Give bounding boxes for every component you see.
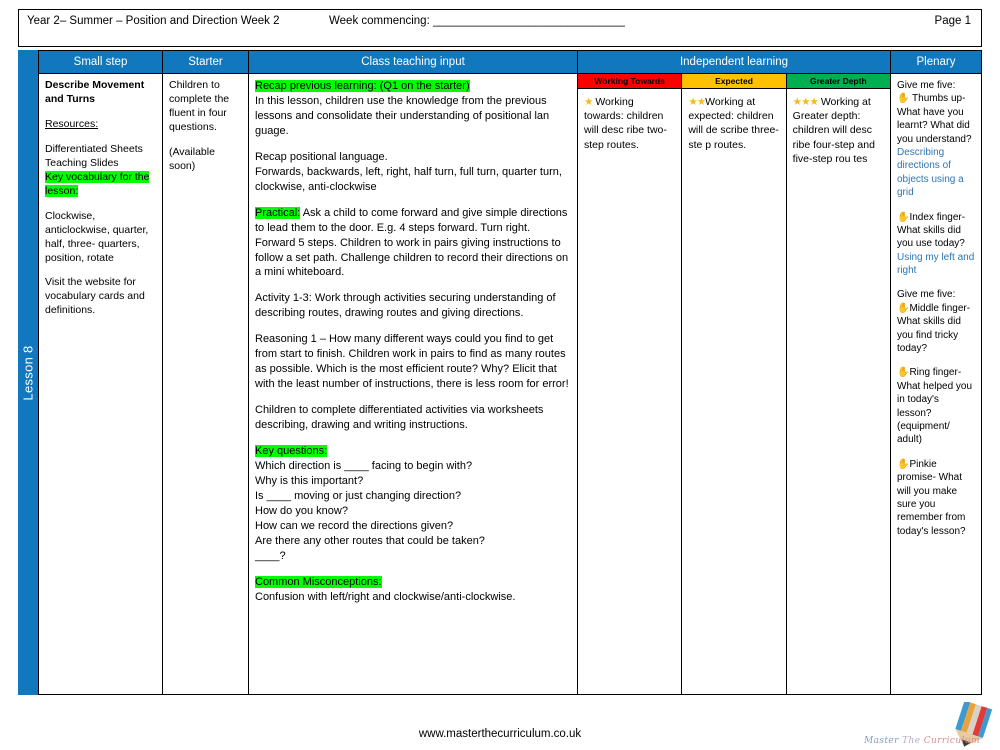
column-header-small-step: Small step (38, 50, 162, 74)
column-header-class-teaching-input: Class teaching input (248, 50, 577, 74)
document-header: Year 2– Summer – Position and Direction … (18, 9, 982, 47)
key-question: ____? (255, 549, 286, 562)
star-icon: ★★ (688, 96, 706, 108)
plenary-prompt: Ring finger- What helped you in today's … (897, 367, 973, 446)
star-icon: ★★★ (792, 96, 819, 108)
page-number: Page 1 (934, 15, 971, 27)
lesson-plan-page: Year 2– Summer – Position and Direction … (0, 0, 1000, 750)
website-note: Visit the website for vocabulary cards a… (45, 276, 145, 317)
page-title: Year 2– Summer – Position and Direction … (27, 15, 280, 27)
footer-website-url: www.masterthecurriculum.co.uk (418, 728, 582, 740)
key-questions-heading: Key questions: (255, 445, 328, 458)
lesson-number-label: Lesson 8 (20, 344, 36, 401)
key-vocabulary-list: Clockwise, anticlockwise, quarter, half,… (45, 209, 149, 264)
starter-text: Children to complete the fluent in four … (169, 79, 230, 133)
logo-word-master: Master (864, 736, 899, 746)
band-text: Working towards: children will desc ribe… (584, 96, 667, 151)
cell-small-step: Describe Movement and Turns Resources: D… (38, 74, 162, 695)
hand-icon: ✋ (897, 458, 910, 470)
band-content-working-towards: ★ Working towards: children will desc ri… (578, 89, 683, 694)
plenary-answer: Describing directions of objects using a… (897, 146, 964, 199)
lesson-number-band: Lesson 8 (18, 50, 38, 695)
recap-body: In this lesson, children use the knowled… (255, 94, 550, 137)
practical-body: Ask a child to come forward and give sim… (255, 206, 569, 279)
activity-text: Activity 1-3: Work through activities se… (255, 292, 556, 320)
logo-word-curriculum: Curriculum (923, 736, 980, 746)
key-question: Why is this important? (255, 474, 364, 487)
table-body-row: Describe Movement and Turns Resources: D… (38, 74, 982, 695)
plenary-answer: Using my left and right (897, 251, 975, 277)
resource-item: Differentiated Sheets (45, 142, 143, 155)
logo-wordmark: Master The Curriculum (864, 736, 980, 746)
differentiation-header-row: Working Towards Expected Greater Depth (578, 74, 890, 89)
band-content-greater-depth: ★★★ Working at Greater depth: children w… (787, 89, 890, 694)
key-question: Which direction is ____ facing to begin … (255, 460, 473, 473)
misconceptions-body: Confusion with left/right and clockwise/… (255, 590, 516, 603)
plenary-prompt: Thumbs up- What have you learnt? What di… (897, 93, 972, 145)
differentiated-activities-text: Children to complete differentiated acti… (255, 404, 544, 432)
key-question: How can we record the directions given? (255, 519, 454, 532)
hand-icon: ✋ (897, 302, 910, 314)
key-question: Are there any other routes that could be… (255, 534, 485, 547)
hand-icon: ✋ (897, 367, 910, 379)
logo-word-the: The (902, 736, 921, 746)
master-the-curriculum-logo: Master The Curriculum (862, 700, 993, 748)
cell-independent-learning: Working Towards Expected Greater Depth ★… (577, 74, 890, 695)
band-header-greater-depth: Greater Depth (786, 74, 890, 89)
small-step-title: Describe Movement and Turns (45, 79, 145, 105)
table-header-row: Small step Starter Class teaching input … (38, 50, 982, 74)
misconceptions-heading: Common Misconceptions: (255, 575, 382, 588)
resource-item: Teaching Slides (45, 156, 119, 169)
cell-starter: Children to complete the fluent in four … (162, 74, 248, 695)
key-vocabulary-heading: Key vocabulary for the lesson: (45, 170, 150, 197)
cell-plenary: Give me five: ✋ Thumbs up- What have you… (890, 74, 982, 695)
plenary-intro: Give me five: (897, 289, 956, 301)
recap-heading: Recap previous learning: (Q1 on the star… (255, 80, 470, 92)
plenary-prompt: Pinkie promise- What will you make sure … (897, 458, 966, 537)
key-question: How do you know? (255, 504, 348, 517)
key-question: Is ____ moving or just changing directio… (255, 489, 462, 502)
band-header-expected: Expected (682, 74, 787, 89)
hand-icon: ✋ (897, 93, 910, 105)
lesson-plan-table: Lesson 8 Small step Starter Class teachi… (18, 50, 982, 695)
recap-positional-body: Forwards, backwards, left, right, half t… (255, 165, 562, 193)
column-header-independent-learning: Independent learning (577, 50, 890, 74)
hand-icon: ✋ (897, 211, 910, 223)
column-header-starter: Starter (162, 50, 248, 74)
starter-availability: (Available soon) (169, 145, 215, 172)
recap-positional-heading: Recap positional language. (255, 150, 388, 163)
plenary-intro: Give me five: (897, 80, 956, 91)
practical-heading: Practical: (255, 206, 301, 219)
column-header-plenary: Plenary (890, 50, 982, 74)
cell-class-teaching-input: Recap previous learning: (Q1 on the star… (248, 74, 577, 695)
band-content-expected: ★★Working at expected: children will de … (682, 89, 787, 694)
week-commencing-field: Week commencing: _______________________… (329, 15, 625, 27)
resources-heading: Resources: (45, 117, 99, 130)
band-header-working-towards: Working Towards (578, 74, 683, 89)
reasoning-text: Reasoning 1 – How many different ways co… (255, 333, 569, 391)
